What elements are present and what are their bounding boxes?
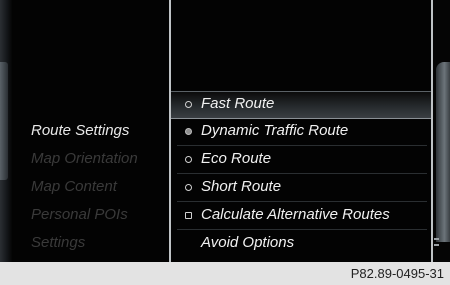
option-row-dynamic-traffic-route[interactable]: Dynamic Traffic Route xyxy=(171,119,431,145)
radio-empty-icon xyxy=(185,101,192,108)
scroll-tick xyxy=(434,244,439,246)
option-row-avoid-options[interactable]: Avoid Options xyxy=(171,231,431,257)
menu-item-route-settings[interactable]: Route Settings xyxy=(31,122,129,139)
figure-code: P82.89-0495-31 xyxy=(350,266,444,281)
option-label: Eco Route xyxy=(201,150,272,167)
menu-item-map-orientation[interactable]: Map Orientation xyxy=(31,150,138,167)
radio-filled-icon xyxy=(185,128,192,135)
scroll-tick xyxy=(434,238,439,240)
checkbox-icon xyxy=(185,212,192,219)
main-menu: Route Settings Map Orientation Map Conte… xyxy=(12,0,169,262)
navigation-screen: Route Settings Map Orientation Map Conte… xyxy=(0,0,450,262)
row-separator xyxy=(177,201,427,202)
radio-empty-icon xyxy=(185,184,192,191)
menu-item-map-content[interactable]: Map Content xyxy=(31,178,117,195)
option-label: Dynamic Traffic Route xyxy=(201,122,349,139)
option-label: Calculate Alternative Routes xyxy=(201,206,390,223)
row-separator xyxy=(177,229,427,230)
radio-empty-icon xyxy=(185,156,192,163)
row-separator xyxy=(177,145,427,146)
row-separator xyxy=(177,173,427,174)
option-row-short-route[interactable]: Short Route xyxy=(171,175,431,201)
option-label: Avoid Options xyxy=(201,234,295,251)
right-edge-panel xyxy=(433,0,450,262)
menu-item-personal-pois[interactable]: Personal POIs xyxy=(31,206,128,223)
left-edge-panel xyxy=(0,0,12,262)
caption-bar: P82.89-0495-31 xyxy=(0,262,450,285)
option-label: Fast Route xyxy=(201,95,275,112)
option-row-eco-route[interactable]: Eco Route xyxy=(171,147,431,173)
option-label: Short Route xyxy=(201,178,282,195)
right-side-tab[interactable] xyxy=(436,62,450,242)
option-row-fast-route[interactable]: Fast Route xyxy=(171,91,431,119)
option-row-calculate-alternative-routes[interactable]: Calculate Alternative Routes xyxy=(171,203,431,229)
menu-item-settings[interactable]: Settings xyxy=(31,234,85,251)
left-side-tab[interactable] xyxy=(0,62,8,180)
route-options-panel: Fast Route Dynamic Traffic Route Eco Rou… xyxy=(171,0,431,262)
